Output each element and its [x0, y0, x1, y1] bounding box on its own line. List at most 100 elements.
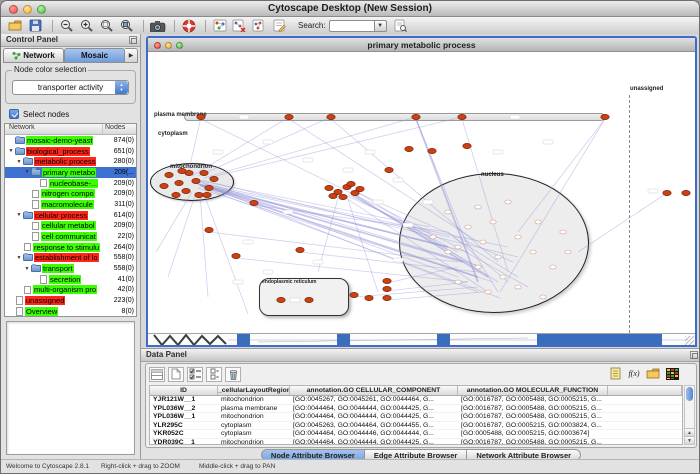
- tree-row[interactable]: nitrogen compo209(0): [5, 188, 136, 199]
- scroll-up-icon[interactable]: ▲: [685, 428, 694, 436]
- tree-row[interactable]: secretion41(0): [5, 274, 136, 285]
- network-node[interactable]: [195, 192, 203, 197]
- network-node[interactable]: [565, 250, 571, 254]
- table-cell[interactable]: [GO:0044464, GO:0044444, GO:0044425, G..…: [290, 439, 458, 445]
- expander-icon[interactable]: ▼: [15, 255, 23, 261]
- network-node[interactable]: [305, 297, 313, 302]
- float-panel-icon[interactable]: [129, 36, 137, 44]
- network-canvas[interactable]: plasma membrane cytoplasm mitochondrion …: [148, 52, 695, 333]
- network-node[interactable]: [197, 114, 205, 119]
- search-dropdown-icon[interactable]: ▼: [375, 20, 387, 32]
- network-node[interactable]: [192, 178, 200, 183]
- tree-row[interactable]: ▼primary metabo209(...: [5, 167, 136, 178]
- table-row[interactable]: YJR121W__1mitochondrion[GO:0045267, GO:0…: [150, 396, 682, 405]
- table-cell[interactable]: YDR039C__1: [150, 439, 218, 445]
- network-node[interactable]: [535, 220, 541, 224]
- table-cell[interactable]: YKR052C: [150, 430, 218, 438]
- search-input[interactable]: [329, 20, 375, 32]
- network-node[interactable]: [530, 250, 536, 254]
- network-node[interactable]: [463, 143, 471, 148]
- table-row[interactable]: YPL036W__2plasma membrane[GO:0044464, GO…: [150, 405, 682, 414]
- table-cell[interactable]: [GO:0045263, GO:0044464, GO:0044455, G..…: [290, 422, 458, 430]
- table-cell[interactable]: [GO:0016787, GO:0005488, GO:0005215, G..…: [458, 439, 608, 445]
- tree-row[interactable]: Overview8(0): [5, 306, 136, 317]
- select-nodes-checkbox[interactable]: [9, 109, 19, 119]
- table-cell[interactable]: plasma membrane: [218, 405, 290, 413]
- network-node[interactable]: [383, 295, 391, 300]
- network-node[interactable]: [412, 114, 420, 119]
- minimize-view-button[interactable]: [165, 42, 172, 49]
- network-node[interactable]: [350, 292, 358, 297]
- layout-icon[interactable]: [211, 18, 228, 33]
- new-attribute-icon[interactable]: [168, 367, 184, 382]
- network-node[interactable]: [475, 265, 481, 269]
- scrollbar-thumb[interactable]: [686, 387, 693, 401]
- tree-row[interactable]: nucleobase-...209(0): [5, 178, 136, 189]
- table-cell[interactable]: mitochondrion: [218, 439, 290, 445]
- tree-row[interactable]: cell communicat22(0): [5, 231, 136, 242]
- show-all-icon[interactable]: [251, 18, 268, 33]
- import-attributes-icon[interactable]: [645, 366, 661, 381]
- network-node[interactable]: [515, 235, 521, 239]
- search-config-icon[interactable]: [392, 18, 409, 33]
- network-node[interactable]: [405, 146, 413, 151]
- table-row[interactable]: YLR295Ccytoplasm[GO:0045263, GO:0044464,…: [150, 422, 682, 431]
- table-cell[interactable]: cytoplasm: [218, 430, 290, 438]
- network-node[interactable]: [203, 192, 211, 197]
- network-node[interactable]: [475, 205, 481, 209]
- table-cell[interactable]: YPL036W__1: [150, 413, 218, 421]
- network-node[interactable]: [285, 114, 293, 119]
- network-node[interactable]: [383, 286, 391, 291]
- network-node[interactable]: [250, 200, 258, 205]
- tree-row[interactable]: ▼cellular process614(0): [5, 210, 136, 221]
- zoom-in-icon[interactable]: [78, 18, 95, 33]
- float-panel-icon[interactable]: [690, 351, 698, 359]
- network-node[interactable]: [455, 280, 461, 284]
- tree-row[interactable]: multi-organism pro42(0): [5, 285, 136, 296]
- zoom-window-button[interactable]: [37, 5, 46, 14]
- tree-row[interactable]: ▼biological_process651(0): [5, 146, 136, 157]
- network-node[interactable]: [560, 230, 566, 234]
- attribute-checklist-icon[interactable]: [187, 367, 203, 382]
- tree-row[interactable]: unassigned223(0): [5, 295, 136, 306]
- table-cell[interactable]: cytoplasm: [218, 422, 290, 430]
- network-window-titlebar[interactable]: primary metabolic process: [148, 38, 695, 52]
- network-node[interactable]: [383, 278, 391, 283]
- network-node[interactable]: [550, 265, 556, 269]
- network-node[interactable]: [296, 247, 304, 252]
- snapshot-icon[interactable]: [149, 18, 166, 33]
- network-node[interactable]: [329, 193, 337, 198]
- network-node[interactable]: [663, 190, 671, 195]
- tree-col-nodes[interactable]: Nodes: [102, 124, 136, 134]
- table-scrollbar[interactable]: ▲ ▼: [684, 385, 695, 445]
- table-cell[interactable]: [GO:0016787, GO:0005488, GO:0005215, G..…: [458, 405, 608, 413]
- minimize-window-button[interactable]: [23, 5, 32, 14]
- table-cell[interactable]: YLR295C: [150, 422, 218, 430]
- network-node[interactable]: [505, 200, 511, 204]
- save-icon[interactable]: [27, 18, 44, 33]
- table-cell[interactable]: mitochondrion: [218, 413, 290, 421]
- network-node[interactable]: [232, 253, 240, 258]
- network-node[interactable]: [325, 185, 333, 190]
- network-node[interactable]: [182, 188, 190, 193]
- expander-icon[interactable]: ▼: [15, 159, 23, 165]
- expander-icon[interactable]: ▼: [23, 169, 31, 175]
- help-icon[interactable]: [180, 18, 197, 33]
- network-node[interactable]: [515, 285, 521, 289]
- expander-icon[interactable]: ▼: [7, 148, 15, 154]
- select-attributes-icon[interactable]: [149, 367, 165, 382]
- more-tabs-icon[interactable]: ▶: [125, 48, 138, 63]
- tree-row[interactable]: response to stimulu264(0): [5, 242, 136, 253]
- network-node[interactable]: [277, 297, 285, 302]
- zoom-view-button[interactable]: [176, 42, 183, 49]
- network-node[interactable]: [200, 170, 208, 175]
- tab-network[interactable]: Network: [3, 48, 64, 63]
- table-cell[interactable]: [GO:0044464, GO:0044444, GO:0044425, G..…: [290, 405, 458, 413]
- table-cell[interactable]: [GO:0016787, GO:0005215, GO:0003824, G..…: [458, 422, 608, 430]
- zoom-fit-icon[interactable]: [118, 18, 135, 33]
- table-cell[interactable]: [GO:0044464, GO:0044446, GO:0044444, G..…: [290, 430, 458, 438]
- network-node[interactable]: [428, 148, 436, 153]
- network-node[interactable]: [165, 172, 173, 177]
- function-builder-icon[interactable]: f(x): [626, 366, 642, 381]
- delete-attribute-icon[interactable]: [225, 367, 241, 382]
